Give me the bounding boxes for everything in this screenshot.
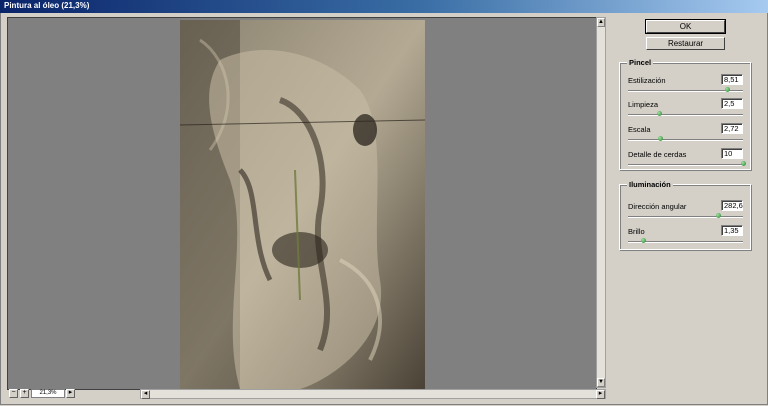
scroll-left-icon[interactable]: ◂ bbox=[141, 390, 150, 399]
scroll-down-icon[interactable]: ▼ bbox=[597, 378, 605, 387]
slider-knob-icon[interactable] bbox=[640, 238, 646, 243]
slider-knob-icon[interactable] bbox=[741, 161, 746, 166]
reset-button[interactable]: Restaurar bbox=[646, 37, 725, 50]
zoom-out-button[interactable]: − bbox=[9, 389, 18, 398]
param-value-input[interactable]: 282,6 bbox=[721, 200, 743, 211]
param-value-input[interactable]: 1,35 bbox=[721, 225, 743, 236]
param-label: Brillo bbox=[628, 227, 645, 236]
param-value-input[interactable]: 2,72 bbox=[721, 123, 743, 134]
param-escala: Escala 2,72 bbox=[628, 123, 745, 145]
param-direccion-angular: Dirección angular 282,6 bbox=[628, 200, 745, 222]
param-brillo: Brillo 1,35 bbox=[628, 225, 745, 247]
window-title: Pintura al óleo (21,3%) bbox=[4, 1, 90, 10]
tree-trunk-image bbox=[180, 20, 425, 389]
slider-track[interactable] bbox=[628, 164, 743, 166]
scroll-right-icon[interactable]: ▸ bbox=[596, 390, 605, 399]
param-label: Limpieza bbox=[628, 100, 659, 109]
status-bar: − + 21,3% ▸ ◂ ▸ bbox=[7, 389, 606, 399]
slider-track[interactable] bbox=[628, 114, 743, 116]
iluminacion-group: Iluminación Dirección angular 282,6 Bril… bbox=[619, 180, 751, 250]
param-label: Dirección angular bbox=[628, 202, 687, 211]
scroll-up-icon[interactable]: ▲ bbox=[597, 18, 605, 27]
preview-canvas[interactable] bbox=[7, 17, 597, 390]
zoom-menu-icon[interactable]: ▸ bbox=[66, 389, 75, 398]
param-detalle-cerdas: Detalle de cerdas 10 bbox=[628, 148, 746, 170]
pincel-group: Pincel Estilización 8,51 Limpieza 2,5 Es… bbox=[619, 58, 751, 170]
param-limpieza: Limpieza 2,5 bbox=[628, 98, 745, 120]
title-bar: Pintura al óleo (21,3%) bbox=[0, 0, 768, 13]
param-label: Estilización bbox=[628, 76, 666, 85]
slider-knob-icon[interactable] bbox=[724, 87, 730, 92]
horizontal-scrollbar[interactable]: ◂ ▸ bbox=[140, 389, 606, 399]
param-label: Detalle de cerdas bbox=[628, 150, 687, 159]
zoom-level[interactable]: 21,3% bbox=[31, 389, 65, 398]
param-value-input[interactable]: 8,51 bbox=[721, 74, 743, 85]
param-label: Escala bbox=[628, 125, 651, 134]
iluminacion-title: Iluminación bbox=[627, 180, 673, 189]
preview-image[interactable] bbox=[180, 20, 425, 389]
pincel-title: Pincel bbox=[627, 58, 654, 67]
slider-knob-icon[interactable] bbox=[715, 213, 721, 218]
slider-track[interactable] bbox=[628, 216, 743, 218]
vertical-scrollbar[interactable]: ▲ ▼ bbox=[596, 17, 606, 388]
param-value-input[interactable]: 10 bbox=[721, 148, 743, 159]
param-estilizacion: Estilización 8,51 bbox=[628, 74, 745, 96]
param-value-input[interactable]: 2,5 bbox=[721, 98, 743, 109]
slider-track[interactable] bbox=[628, 139, 743, 141]
zoom-in-button[interactable]: + bbox=[20, 389, 29, 398]
ok-button[interactable]: OK bbox=[645, 19, 726, 34]
